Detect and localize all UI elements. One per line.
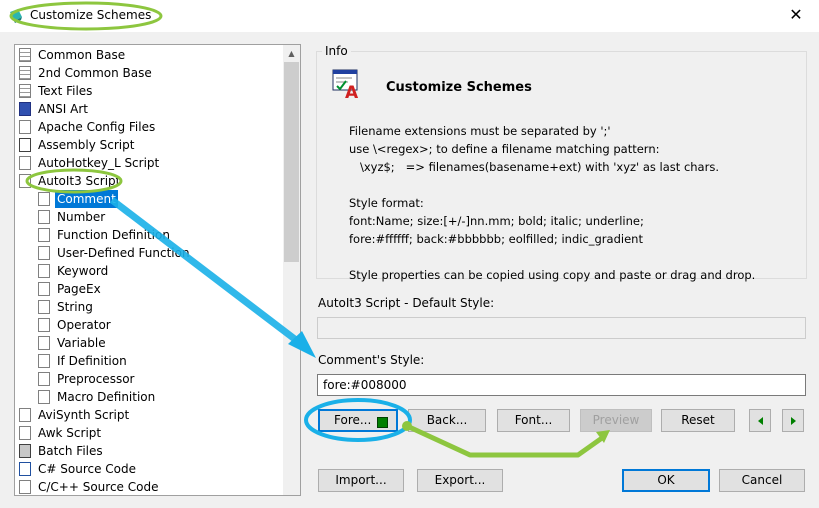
tree-item-label: Number xyxy=(57,210,106,224)
tree-item-label: PageEx xyxy=(57,282,101,296)
doc-icon xyxy=(38,354,50,368)
tree-item-label: Comment xyxy=(55,190,118,208)
doc-icon xyxy=(38,336,50,350)
ok-button-label: OK xyxy=(657,473,675,487)
doc-lines-icon xyxy=(19,66,31,80)
title-bar: Customize Schemes ✕ xyxy=(0,0,819,32)
item-style-label: Comment's Style: xyxy=(318,353,425,367)
cancel-button-label: Cancel xyxy=(741,473,783,487)
tree-item-label: Macro Definition xyxy=(57,390,156,404)
tree-item-label: ANSI Art xyxy=(38,102,89,116)
info-text-line: Style properties can be copied using cop… xyxy=(349,268,756,282)
tree-item-label: AviSynth Script xyxy=(38,408,130,422)
tree-item-label: If Definition xyxy=(57,354,127,368)
tree-item-label: 2nd Common Base xyxy=(38,66,152,80)
tree-item-label: C/C++ Source Code xyxy=(38,480,159,494)
item-style-value: fore:#008000 xyxy=(323,378,407,392)
doc-icon xyxy=(19,174,31,188)
doc-icon xyxy=(38,210,50,224)
info-text-line: Filename extensions must be separated by… xyxy=(349,124,611,138)
import-button-label: Import... xyxy=(335,473,387,487)
tree-item-label: AutoHotkey_L Script xyxy=(38,156,160,170)
tree-item-label: AutoIt3 Script xyxy=(38,174,121,188)
tree-item-label: Keyword xyxy=(57,264,109,278)
tree-item-label: Preprocessor xyxy=(57,372,135,386)
doc-icon xyxy=(38,246,50,260)
doc-lines-icon xyxy=(19,48,31,62)
item-style-input[interactable]: fore:#008000 xyxy=(317,374,806,396)
arrow-left-icon xyxy=(757,417,763,425)
doc-icon xyxy=(38,300,50,314)
ok-button[interactable]: OK xyxy=(622,469,710,492)
font-button[interactable]: Font... xyxy=(497,409,570,432)
window-title: Customize Schemes xyxy=(30,8,152,22)
doc-icon xyxy=(38,192,50,206)
doc-icon xyxy=(38,372,50,386)
info-text-line: font:Name; size:[+/-]nn.mm; bold; italic… xyxy=(349,214,644,228)
tree-item-label: Text Files xyxy=(38,84,93,98)
doc-icon xyxy=(19,426,31,440)
close-button[interactable]: ✕ xyxy=(773,0,819,32)
preview-button-label: Preview xyxy=(592,413,640,427)
csharp-icon xyxy=(19,462,31,476)
default-style-label: AutoIt3 Script - Default Style: xyxy=(318,296,495,310)
close-icon: ✕ xyxy=(789,5,803,24)
info-title: Customize Schemes xyxy=(386,80,532,95)
doc-icon xyxy=(19,408,31,422)
tree-item-label: String xyxy=(57,300,93,314)
tree-item-label: Function Definition xyxy=(57,228,170,242)
doc-icon xyxy=(38,318,50,332)
info-text-line: Style format: xyxy=(349,196,424,210)
tree-item-label: Common Base xyxy=(38,48,126,62)
doc-icon xyxy=(19,120,31,134)
previous-style-button[interactable] xyxy=(749,409,771,432)
app-icon xyxy=(10,9,22,23)
tree-item-label: Operator xyxy=(57,318,111,332)
tree-item-label: User-Defined Function xyxy=(57,246,190,260)
font-button-label: Font... xyxy=(514,413,553,427)
scroll-thumb[interactable] xyxy=(284,62,299,262)
preview-button[interactable]: Preview xyxy=(580,409,652,432)
tree-item-label: Awk Script xyxy=(38,426,102,440)
fore-color-swatch xyxy=(377,417,388,428)
info-text-line: use \<regex>; to define a filename match… xyxy=(349,142,660,156)
next-style-button[interactable] xyxy=(782,409,804,432)
cancel-button[interactable]: Cancel xyxy=(719,469,805,492)
ansi-art-icon xyxy=(19,102,31,116)
fore-button-label: Fore... xyxy=(334,413,372,427)
doc-icon xyxy=(19,156,31,170)
asm-icon xyxy=(19,138,31,152)
tree-scrollbar[interactable]: ▲ xyxy=(283,45,300,495)
arrow-right-icon xyxy=(790,417,796,425)
doc-icon xyxy=(38,282,50,296)
svg-text:A: A xyxy=(345,83,359,99)
export-button[interactable]: Export... xyxy=(417,469,503,492)
import-button[interactable]: Import... xyxy=(318,469,404,492)
back-button[interactable]: Back... xyxy=(408,409,486,432)
tree-item-label: Variable xyxy=(57,336,106,350)
doc-icon xyxy=(19,480,31,494)
customize-schemes-icon: A xyxy=(332,69,359,99)
info-text-line: fore:#ffffff; back:#bbbbbb; eolfilled; i… xyxy=(349,232,643,246)
reset-button-label: Reset xyxy=(681,413,715,427)
tree-item-label: Assembly Script xyxy=(38,138,135,152)
doc-lines-icon xyxy=(19,84,31,98)
info-legend: Info xyxy=(322,44,351,58)
info-text-line: \xyz$; => filenames(basename+ext) with '… xyxy=(349,160,719,174)
tree-item-label: C# Source Code xyxy=(38,462,136,476)
scroll-up-arrow-icon[interactable]: ▲ xyxy=(283,45,300,62)
doc-icon xyxy=(38,228,50,242)
tree-item-label: Apache Config Files xyxy=(38,120,156,134)
doc-icon xyxy=(38,264,50,278)
export-button-label: Export... xyxy=(434,473,486,487)
doc-icon xyxy=(38,390,50,404)
default-style-field xyxy=(317,317,806,339)
reset-button[interactable]: Reset xyxy=(661,409,735,432)
back-button-label: Back... xyxy=(426,413,468,427)
scheme-tree[interactable]: ▲ Common Base 2nd Common Base Text Files AN… xyxy=(14,44,301,496)
tree-item-label: Batch Files xyxy=(38,444,103,458)
fore-button[interactable]: Fore... xyxy=(318,409,398,432)
batch-icon xyxy=(19,444,31,458)
